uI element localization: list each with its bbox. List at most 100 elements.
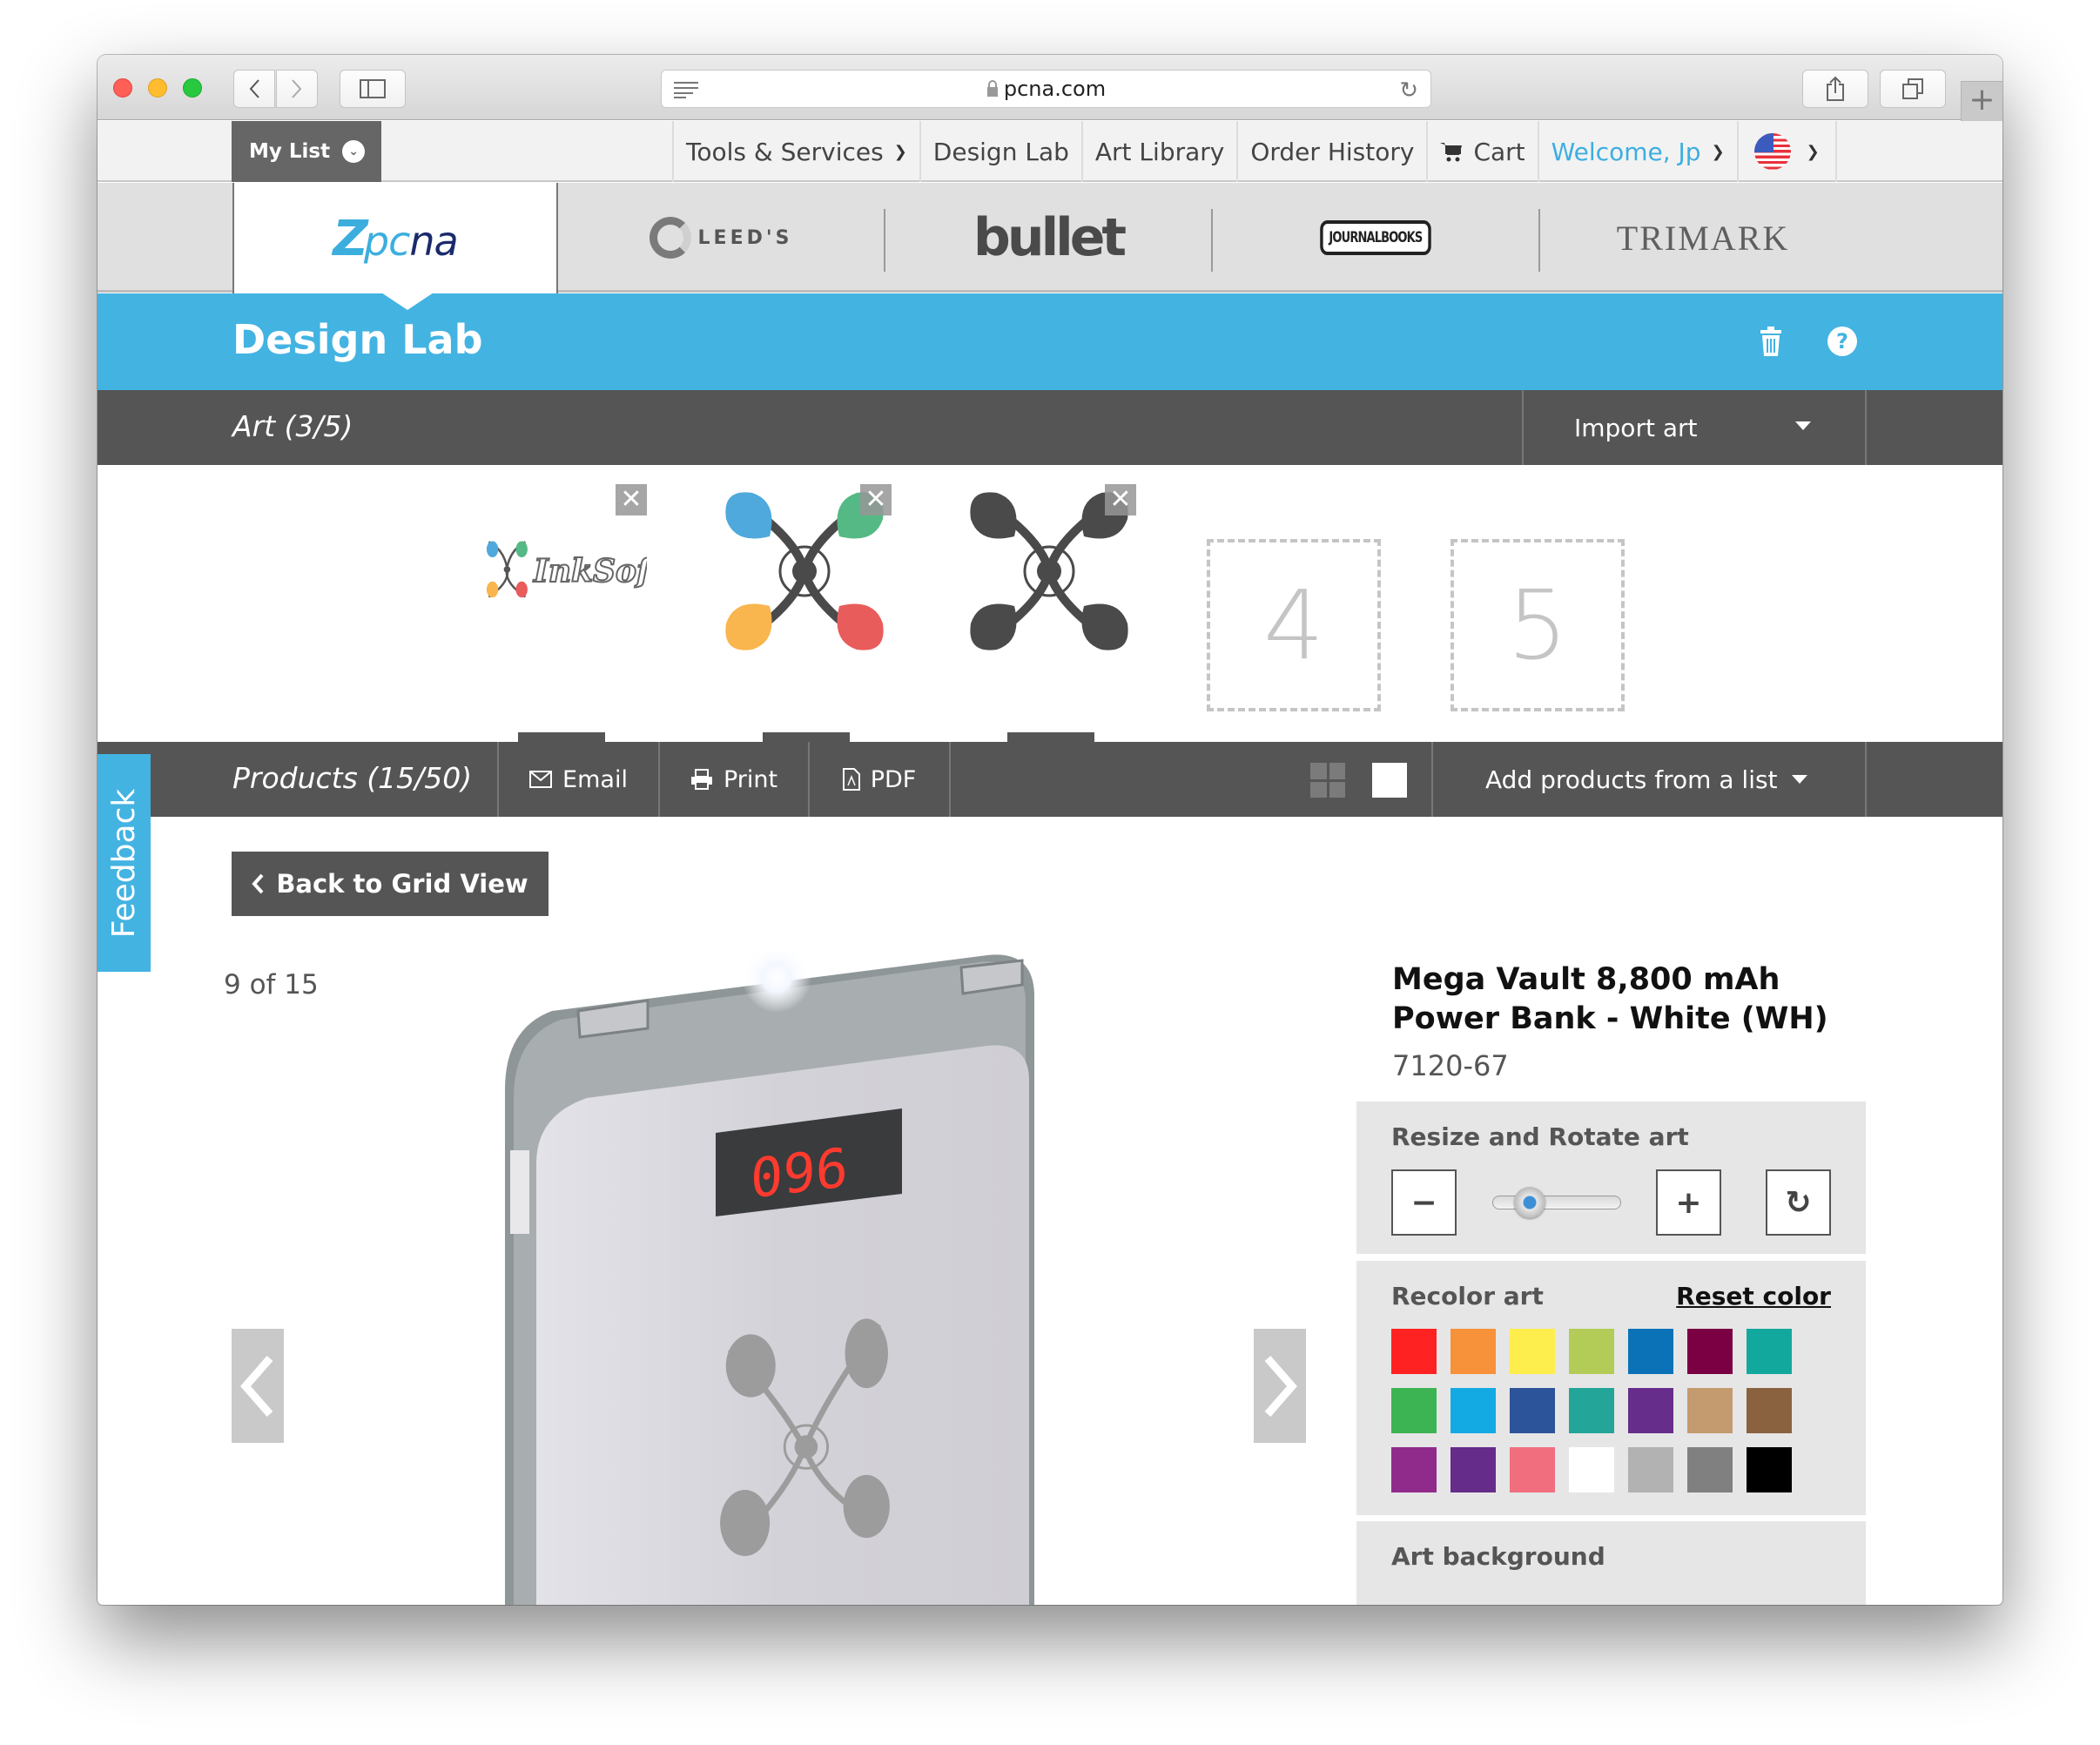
color-swatch[interactable] [1569, 1447, 1614, 1492]
minimize-window-button[interactable] [148, 78, 167, 98]
art-slots: InkSoft ✕ Apply ✕ Apply [98, 465, 2002, 779]
rotate-art-button[interactable]: ↻ [1766, 1169, 1831, 1236]
locale-selector[interactable]: ❯ [1736, 121, 1837, 182]
share-button[interactable] [1802, 70, 1868, 108]
shrink-art-button[interactable]: − [1391, 1169, 1457, 1236]
address-bar[interactable]: pcna.com ↻ [661, 70, 1431, 108]
caret-down-icon [1795, 421, 1811, 430]
color-swatch[interactable] [1687, 1388, 1733, 1433]
back-button[interactable] [233, 70, 275, 108]
help-icon: ? [1827, 327, 1857, 356]
forward-button[interactable] [276, 70, 318, 108]
my-list-label: My List [249, 140, 331, 163]
browser-toolbar: pcna.com ↻ + [98, 55, 2002, 121]
trash-button[interactable] [1756, 327, 1786, 356]
color-swatch[interactable] [1569, 1329, 1614, 1374]
close-window-button[interactable] [113, 78, 132, 98]
nav-order-history[interactable]: Order History [1236, 121, 1426, 182]
color-swatch[interactable] [1450, 1447, 1496, 1492]
plus-icon: + [1969, 82, 1996, 118]
brand-leeds[interactable]: LEED'S [558, 183, 884, 293]
import-art-dropdown[interactable]: Import art [1522, 390, 1867, 465]
reload-icon[interactable]: ↻ [1399, 77, 1418, 104]
single-view-icon[interactable] [1372, 763, 1407, 798]
bullet-logo: bullet [973, 207, 1127, 268]
product-image: 096 [505, 950, 1034, 1605]
tabs-button[interactable] [1880, 70, 1946, 108]
import-art-label: Import art [1574, 413, 1698, 442]
sidebar-button[interactable] [340, 70, 406, 108]
products-count-title: Products (15/50) [232, 761, 473, 795]
reader-icon[interactable] [674, 81, 698, 98]
color-swatch[interactable] [1391, 1388, 1437, 1433]
caret-down-icon [1792, 775, 1807, 784]
my-list-button[interactable]: My List ⌄ [232, 121, 381, 182]
cart-icon [1440, 143, 1463, 162]
print-button[interactable]: Print [658, 742, 808, 817]
nav-label: Order History [1250, 137, 1415, 166]
color-swatch[interactable] [1628, 1329, 1673, 1374]
help-button[interactable]: ? [1827, 327, 1857, 356]
brand-journalbooks[interactable]: JOURNALBOOKS [1213, 183, 1538, 293]
color-swatch[interactable] [1747, 1388, 1792, 1433]
url-text: pcna.com [1003, 77, 1107, 101]
chevron-left-icon [249, 79, 259, 98]
art-slot-2[interactable]: ✕ [717, 484, 892, 658]
color-swatch[interactable] [1510, 1447, 1555, 1492]
back-label: Back to Grid View [276, 869, 528, 899]
reset-color-link[interactable]: Reset color [1676, 1282, 1831, 1310]
active-brand-indicator [381, 293, 434, 310]
art-slot-5-empty[interactable]: 5 [1450, 539, 1625, 711]
color-swatch[interactable] [1391, 1447, 1437, 1492]
grid-view-icon[interactable] [1310, 763, 1345, 798]
site-nav: My List ⌄ Tools & Services ❯ Design Lab … [98, 121, 2002, 182]
back-to-grid-button[interactable]: Back to Grid View [232, 852, 549, 916]
nav-cart[interactable]: Cart [1426, 121, 1537, 182]
art-slot-3[interactable]: ✕ [962, 484, 1136, 658]
sidebar-icon [360, 79, 386, 98]
color-swatch[interactable] [1628, 1388, 1673, 1433]
color-swatch[interactable] [1510, 1329, 1555, 1374]
battery-readout: 096 [750, 1135, 848, 1210]
remove-art-2-button[interactable]: ✕ [860, 484, 892, 515]
color-swatch[interactable] [1450, 1329, 1496, 1374]
chevron-left-icon [240, 1355, 273, 1417]
brand-pcna[interactable]: Zpcna [232, 183, 558, 294]
close-icon: ✕ [865, 484, 887, 515]
color-swatch[interactable] [1450, 1388, 1496, 1433]
remove-art-1-button[interactable]: ✕ [616, 484, 647, 515]
chevron-left-icon [252, 873, 264, 894]
color-swatch[interactable] [1628, 1447, 1673, 1492]
nav-design-lab[interactable]: Design Lab [919, 121, 1081, 182]
add-products-dropdown[interactable]: Add products from a list [1431, 742, 1867, 817]
next-product-button[interactable] [1254, 1329, 1306, 1443]
art-slot-1[interactable]: InkSoft ✕ [473, 484, 647, 658]
zoom-window-button[interactable] [183, 78, 202, 98]
color-swatch[interactable] [1569, 1388, 1614, 1433]
browser-window: pcna.com ↻ + My List ⌄ Tools & Services … [98, 55, 2002, 1605]
color-swatch[interactable] [1510, 1388, 1555, 1433]
pdf-button[interactable]: PDF [808, 742, 951, 817]
svg-text:InkSoft: InkSoft [533, 553, 647, 590]
enlarge-art-button[interactable]: + [1656, 1169, 1721, 1236]
color-swatch[interactable] [1747, 1329, 1792, 1374]
previous-product-button[interactable] [232, 1329, 284, 1443]
art-slot-4-empty[interactable]: 4 [1207, 539, 1381, 711]
trash-icon [1760, 327, 1781, 356]
nav-art-library[interactable]: Art Library [1080, 121, 1236, 182]
color-swatch[interactable] [1687, 1447, 1733, 1492]
email-button[interactable]: Email [497, 742, 658, 817]
brand-trimark[interactable]: TRIMARK [1540, 183, 1866, 293]
feedback-tab[interactable]: Feedback [98, 754, 151, 972]
remove-art-3-button[interactable]: ✕ [1105, 484, 1136, 515]
color-swatch[interactable] [1391, 1329, 1437, 1374]
envelope-icon [529, 771, 553, 788]
art-size-slider[interactable] [1492, 1196, 1621, 1209]
color-swatch[interactable] [1747, 1447, 1792, 1492]
color-swatch[interactable] [1687, 1329, 1733, 1374]
nav-welcome-user[interactable]: Welcome, Jp ❯ [1537, 121, 1737, 182]
new-tab-button[interactable]: + [1961, 81, 2002, 121]
art-size-slider-handle[interactable] [1514, 1187, 1545, 1218]
nav-tools-services[interactable]: Tools & Services ❯ [672, 121, 919, 182]
brand-bullet[interactable]: bullet [885, 183, 1211, 293]
